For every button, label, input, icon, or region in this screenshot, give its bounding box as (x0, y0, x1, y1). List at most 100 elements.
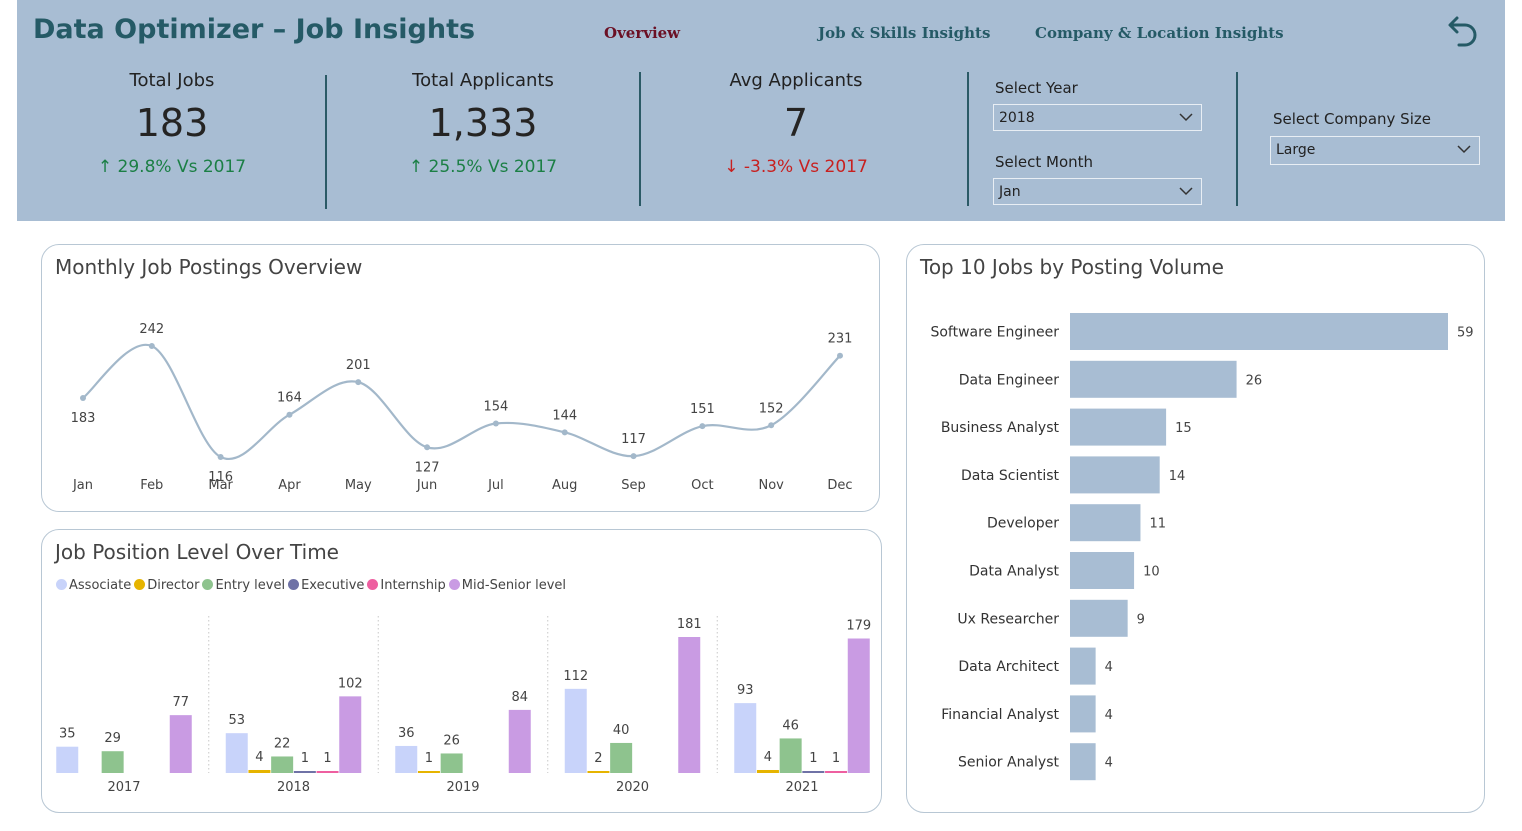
bar (587, 771, 610, 773)
data-label: 4 (764, 750, 772, 765)
bar (678, 637, 701, 773)
kpi-avg-applicants: Avg Applicants 7 ↓ -3.3% Vs 2017 (686, 70, 906, 177)
y-tick-label: Software Engineer (930, 325, 1059, 341)
data-point (355, 379, 362, 386)
x-tick-label: 2021 (785, 780, 818, 795)
bar (417, 771, 440, 773)
select-year-value: 2018 (999, 110, 1035, 126)
bar (802, 771, 825, 773)
y-tick-label: Data Analyst (969, 564, 1059, 580)
data-point (492, 420, 499, 427)
data-label: 4 (1105, 708, 1113, 723)
divider (1236, 72, 1238, 206)
top-jobs-bar-chart: Software Engineer 59 Data Engineer 26 Busine… (930, 313, 1474, 781)
chevron-down-icon (1179, 113, 1193, 122)
data-label: 112 (563, 669, 588, 684)
bar (1070, 599, 1128, 637)
data-label: 1 (301, 751, 309, 766)
kpi-delta: ↑ 29.8% Vs 2017 (97, 157, 247, 177)
data-label: 152 (759, 401, 784, 416)
divider (325, 75, 327, 209)
kpi-label: Total Applicants (412, 70, 554, 91)
position-level-card: Job Position Level Over Time Associate Di… (41, 529, 882, 813)
select-company-size-label: Select Company Size (1273, 110, 1431, 128)
data-label: 1 (809, 751, 817, 766)
chevron-down-icon (1457, 145, 1471, 154)
data-label: 164 (277, 391, 302, 406)
x-tick-label: 2017 (107, 780, 140, 795)
data-label: 9 (1137, 612, 1145, 627)
x-tick-label: Dec (827, 478, 852, 493)
divider (639, 72, 641, 206)
data-label: 93 (737, 683, 754, 698)
undo-arrow-icon[interactable] (1441, 12, 1481, 52)
data-label: 1 (425, 751, 433, 766)
select-company-size-dropdown[interactable]: Large (1270, 136, 1480, 165)
select-month-dropdown[interactable]: Jan (993, 178, 1202, 205)
kpi-value: 1,333 (428, 101, 538, 145)
data-label: 77 (172, 695, 189, 710)
y-tick-label: Data Architect (958, 659, 1059, 675)
data-point (699, 423, 706, 430)
data-label: 59 (1457, 326, 1474, 341)
tab-company-location-insights[interactable]: Company & Location Insights (1035, 24, 1284, 42)
data-label: 4 (255, 750, 263, 765)
bar (734, 703, 757, 773)
data-label: 14 (1169, 469, 1186, 484)
bar (395, 745, 418, 773)
data-label: 53 (228, 713, 245, 728)
data-label: 231 (828, 332, 853, 347)
data-label: 242 (139, 322, 164, 337)
data-label: 35 (59, 727, 76, 742)
kpi-delta: ↓ -3.3% Vs 2017 (724, 157, 868, 177)
bar (610, 742, 633, 773)
x-tick-label: Mar (208, 478, 233, 493)
kpi-label: Total Jobs (129, 70, 215, 91)
bar (271, 756, 294, 773)
data-label: 151 (690, 402, 715, 417)
x-tick-label: 2020 (616, 780, 649, 795)
data-label: 29 (104, 731, 121, 746)
y-tick-label: Developer (987, 516, 1059, 532)
bar (1070, 743, 1096, 781)
x-tick-label: 2019 (446, 780, 479, 795)
select-year-dropdown[interactable]: 2018 (993, 104, 1202, 131)
select-year-label: Select Year (995, 79, 1078, 97)
data-label: 201 (346, 358, 371, 373)
data-label: 1 (832, 751, 840, 766)
kpi-delta: ↑ 25.5% Vs 2017 (408, 157, 558, 177)
bar (779, 738, 802, 773)
x-tick-label: Jun (416, 478, 437, 493)
tab-overview[interactable]: Overview (604, 24, 680, 42)
y-tick-label: Financial Analyst (941, 707, 1059, 723)
kpi-total-jobs: Total Jobs 183 ↑ 29.8% Vs 2017 (72, 70, 272, 177)
bar (225, 733, 248, 773)
data-label: 154 (483, 400, 508, 415)
bar (1070, 360, 1237, 398)
data-point (561, 429, 568, 436)
bar (1070, 647, 1096, 685)
top-jobs-card: Top 10 Jobs by Posting Volume Software E… (906, 244, 1485, 813)
kpi-value: 183 (135, 101, 209, 145)
y-tick-label: Ux Researcher (957, 611, 1059, 627)
x-tick-label: Jan (72, 478, 93, 493)
bar (56, 746, 79, 773)
data-point (630, 453, 637, 460)
y-tick-label: Business Analyst (941, 420, 1060, 436)
data-label: 4 (1105, 756, 1113, 771)
x-tick-label: Sep (621, 478, 646, 493)
data-label: 26 (1246, 373, 1263, 388)
x-tick-label: Jul (487, 478, 504, 493)
select-company-size-value: Large (1276, 142, 1316, 158)
monthly-postings-line-chart: 183Jan242Feb116Mar164Apr201May127Jun154J… (71, 322, 853, 493)
data-label: 181 (677, 617, 702, 632)
data-point (80, 394, 86, 401)
bar (1070, 695, 1096, 733)
monthly-postings-card: Monthly Job Postings Overview 183 Jan 242 F… (41, 244, 880, 512)
data-label: 144 (552, 408, 577, 423)
x-tick-label: Nov (758, 478, 784, 493)
tab-job-skills-insights[interactable]: Job & Skills Insights (818, 24, 990, 42)
kpi-value: 7 (783, 101, 809, 145)
data-label: 183 (71, 411, 96, 426)
position-level-bar-chart: 35 29772017534221 110220183612684201911224… (56, 616, 871, 795)
